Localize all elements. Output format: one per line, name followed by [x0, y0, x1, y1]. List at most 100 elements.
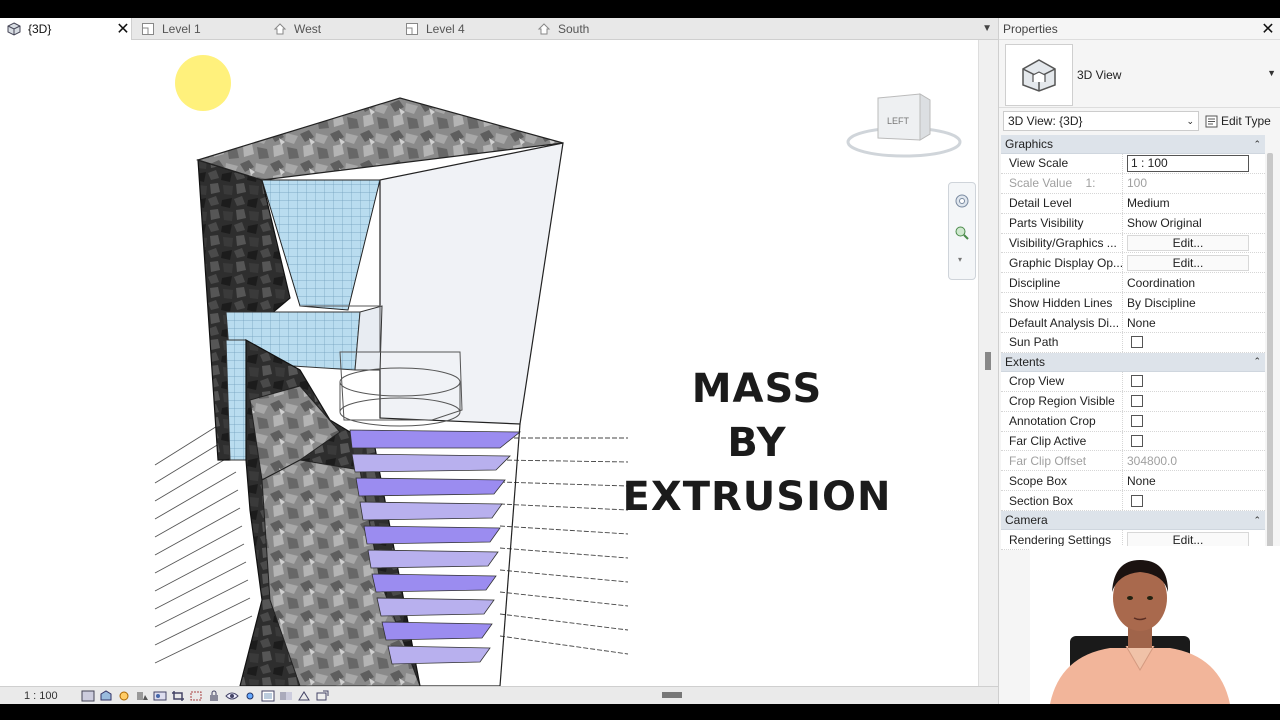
viewcube[interactable]: LEFT — [846, 88, 964, 164]
sun-path-checkbox[interactable] — [1131, 336, 1143, 349]
prop-value[interactable]: By Discipline — [1123, 293, 1265, 312]
lock-3d-view-icon[interactable] — [206, 689, 221, 702]
prop-row-scope-box[interactable]: Scope Box None — [1001, 471, 1265, 492]
prop-name: Show Hidden Lines — [1001, 293, 1123, 313]
view-scale-input[interactable]: 1 : 100 — [1127, 154, 1249, 172]
prop-value[interactable]: Show Original — [1123, 214, 1265, 233]
tab-label: Level 4 — [426, 22, 465, 36]
prop-row-default-analysis[interactable]: Default Analysis Di... None — [1001, 313, 1265, 334]
steering-wheel-icon[interactable] — [954, 193, 970, 209]
crop-view-checkbox[interactable] — [1131, 375, 1143, 388]
tab-level-1[interactable]: Level 1 — [140, 18, 201, 40]
prop-row-sun-path[interactable]: Sun Path — [1001, 333, 1265, 353]
prop-value: 304800.0 — [1127, 453, 1178, 468]
prop-row-discipline[interactable]: Discipline Coordination — [1001, 273, 1265, 294]
highlight-displacement-icon[interactable] — [314, 689, 329, 702]
group-label: Camera — [1005, 513, 1048, 528]
prop-name: Sun Path — [1001, 333, 1123, 352]
navbar-dropdown-icon[interactable]: ▾ — [958, 255, 962, 264]
section-box-checkbox[interactable] — [1131, 494, 1143, 507]
shadows-icon[interactable] — [134, 689, 149, 702]
collapse-icon[interactable]: ⌃ — [1253, 356, 1261, 367]
properties-title: Properties — [1003, 21, 1058, 36]
edit-type-button[interactable]: Edit Type — [1205, 114, 1271, 128]
prop-value[interactable]: None — [1123, 313, 1265, 332]
chevron-down-icon: ⌄ — [1186, 115, 1194, 126]
overlay-line-1: MASS — [691, 366, 823, 412]
3d-view-icon — [6, 22, 22, 36]
prop-name: Detail Level — [1001, 193, 1123, 213]
prop-row-show-hidden-lines[interactable]: Show Hidden Lines By Discipline — [1001, 293, 1265, 314]
tab-3d[interactable]: {3D} — [0, 18, 132, 40]
group-header-graphics[interactable]: Graphics ⌃ — [1001, 135, 1265, 154]
edit-button[interactable]: Edit... — [1127, 254, 1249, 271]
prop-value[interactable]: Medium — [1123, 194, 1265, 213]
prop-value[interactable]: Coordination — [1123, 273, 1265, 292]
show-crop-region-icon[interactable] — [188, 689, 203, 702]
group-header-camera[interactable]: Camera ⌃ — [1001, 511, 1265, 531]
prop-row-section-box[interactable]: Section Box — [1001, 491, 1265, 512]
properties-scrollbar[interactable] — [1267, 153, 1273, 548]
prop-row-crop-view[interactable]: Crop View — [1001, 371, 1265, 392]
tab-level-4[interactable]: Level 4 — [404, 18, 465, 40]
prop-row-graphic-display-options[interactable]: Graphic Display Op... Edit... — [1001, 253, 1265, 274]
annotation-crop-checkbox[interactable] — [1131, 415, 1143, 428]
sun-path-icon[interactable] — [116, 689, 131, 702]
temporary-hide-icon[interactable] — [224, 689, 239, 702]
prop-row-scale-value: Scale Value 1: 100 — [1001, 173, 1265, 194]
group-header-extents[interactable]: Extents ⌃ — [1001, 352, 1265, 372]
type-name: 3D View — [1077, 68, 1122, 82]
visual-style-icon[interactable] — [98, 689, 113, 702]
collapse-icon[interactable]: ⌃ — [1253, 515, 1261, 526]
3d-view-canvas[interactable]: LEFT ▾ MASS BY EXTRUSION — [0, 40, 978, 686]
close-icon[interactable]: ✕ — [1260, 19, 1276, 39]
presenter-webcam — [1030, 546, 1280, 704]
prop-name: Scale Value 1: — [1001, 173, 1123, 193]
temporary-view-properties-icon[interactable] — [260, 689, 275, 702]
view-scale-button[interactable]: 1 : 100 — [24, 690, 80, 702]
prop-row-far-clip-active[interactable]: Far Clip Active — [1001, 431, 1265, 452]
far-clip-active-checkbox[interactable] — [1131, 435, 1143, 448]
tab-label: West — [294, 22, 322, 36]
tab-label: Level 1 — [162, 22, 201, 36]
properties-table: Graphics ⌃ View Scale 1 : 100 Scale Valu… — [1001, 135, 1265, 551]
prop-row-far-clip-offset: Far Clip Offset 304800.0 — [1001, 451, 1265, 472]
navigation-bar[interactable]: ▾ — [948, 182, 976, 280]
crop-view-icon[interactable] — [170, 689, 185, 702]
prop-name: Graphic Display Op... — [1001, 253, 1123, 273]
properties-header: Properties ✕ — [999, 18, 1280, 40]
crop-region-visible-checkbox[interactable] — [1131, 395, 1143, 408]
tab-menu-dropdown-icon[interactable]: ▼ — [982, 23, 992, 34]
prop-row-visibility-graphics[interactable]: Visibility/Graphics ... Edit... — [1001, 233, 1265, 254]
tab-south[interactable]: South — [536, 18, 589, 40]
chevron-down-icon[interactable]: ▼ — [1267, 68, 1276, 78]
group-label: Extents — [1005, 354, 1046, 369]
prop-row-parts-visibility[interactable]: Parts Visibility Show Original — [1001, 213, 1265, 234]
rendering-icon[interactable] — [152, 689, 167, 702]
prop-name: Discipline — [1001, 273, 1123, 293]
type-selector[interactable]: 3D View ▼ — [999, 40, 1280, 108]
scrollbar-thumb[interactable] — [985, 352, 991, 370]
instance-filter-select[interactable]: 3D View: {3D} ⌄ — [1003, 111, 1199, 131]
prop-value[interactable]: None — [1123, 471, 1265, 490]
horizontal-scrollbar-thumb[interactable] — [662, 692, 682, 698]
zoom-icon[interactable] — [954, 225, 970, 241]
elevation-icon — [536, 22, 552, 36]
worksharing-display-icon[interactable] — [278, 689, 293, 702]
prop-row-view-scale[interactable]: View Scale 1 : 100 — [1001, 154, 1265, 174]
tab-west[interactable]: West — [272, 18, 321, 40]
video-letterbox-top — [0, 0, 1280, 18]
reveal-hidden-icon[interactable] — [242, 689, 257, 702]
prop-row-annotation-crop[interactable]: Annotation Crop — [1001, 411, 1265, 432]
prop-name: Crop View — [1001, 371, 1123, 391]
analytical-model-icon[interactable] — [296, 689, 311, 702]
vertical-scrollbar[interactable] — [978, 40, 998, 686]
collapse-icon[interactable]: ⌃ — [1253, 139, 1261, 150]
prop-row-crop-region-visible[interactable]: Crop Region Visible — [1001, 391, 1265, 412]
prop-row-detail-level[interactable]: Detail Level Medium — [1001, 193, 1265, 214]
edit-button[interactable]: Edit... — [1127, 235, 1249, 251]
close-tab-icon[interactable]: ✕ — [114, 18, 132, 40]
overlay-line-2: BY EXTRUSION — [622, 420, 892, 520]
detail-level-icon[interactable] — [80, 689, 95, 702]
prop-value: 100 — [1127, 176, 1148, 191]
